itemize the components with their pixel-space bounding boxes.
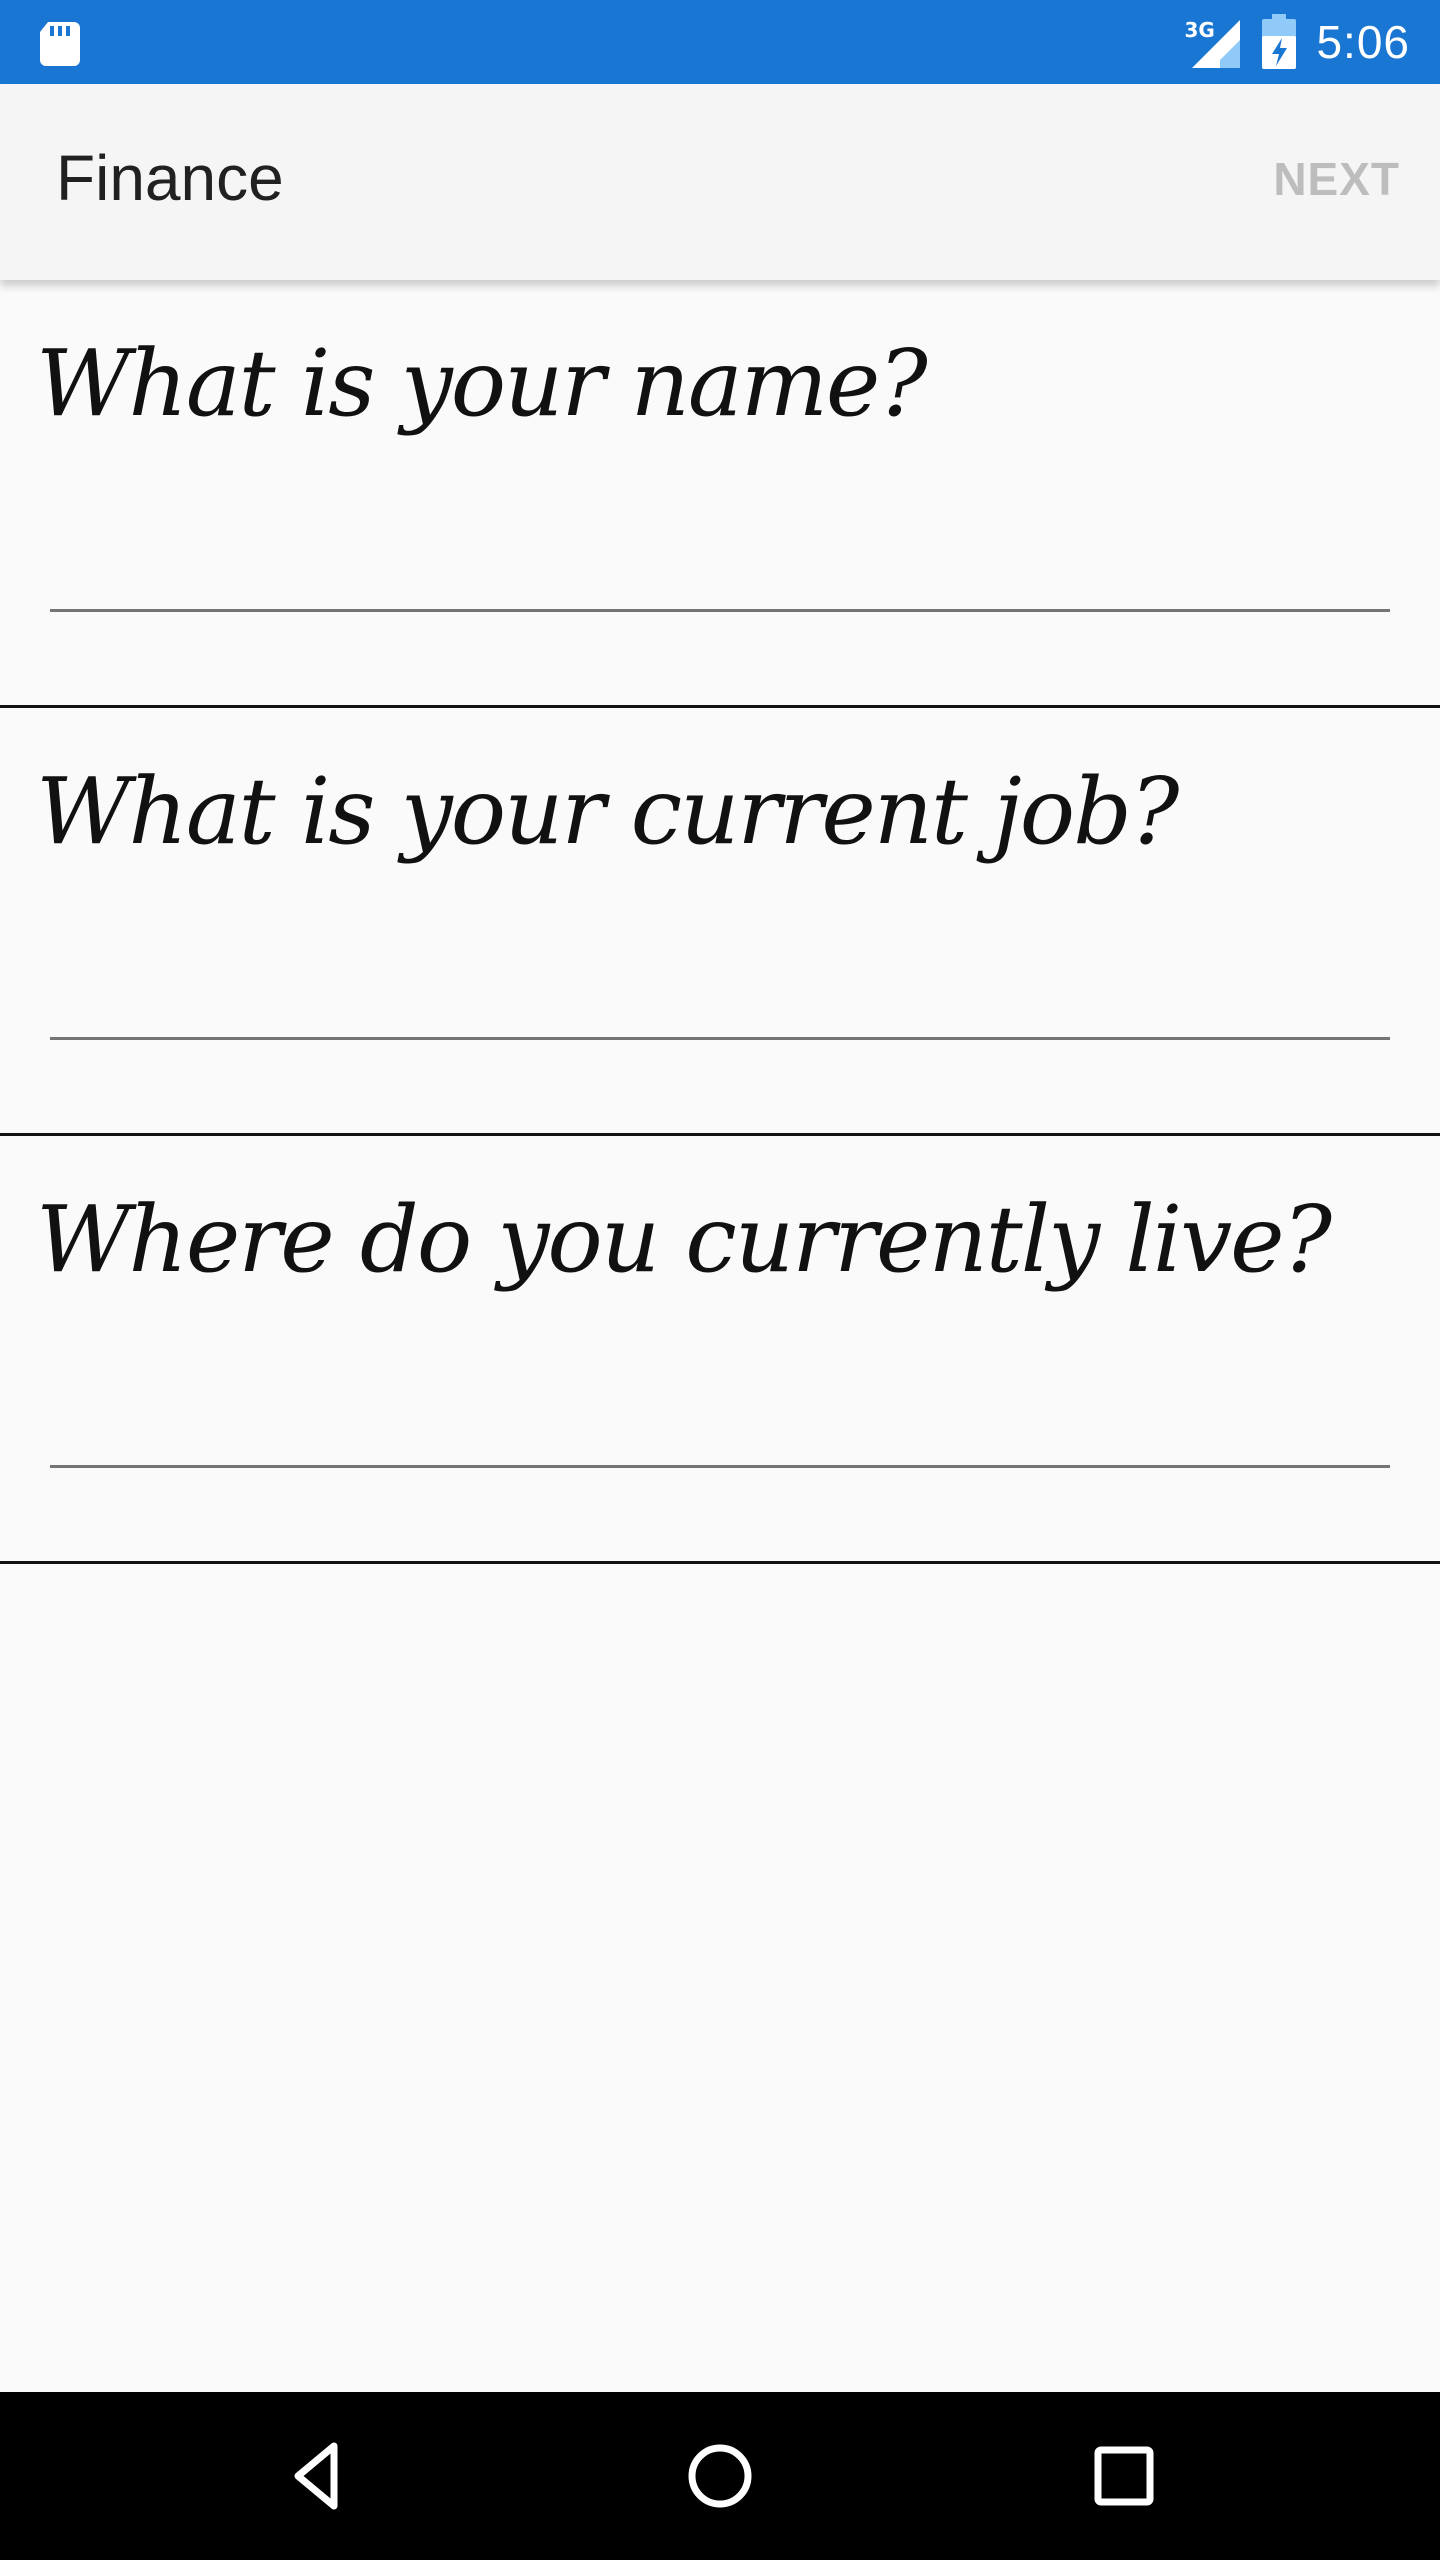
page-title: Finance xyxy=(56,142,284,214)
question-list: What is your name? What is your current … xyxy=(0,280,1440,1564)
home-icon[interactable] xyxy=(680,2436,760,2516)
question-row-name: What is your name? xyxy=(0,280,1440,708)
finance-form-screen: 3G 5:06 Finance NEXT What is your name? xyxy=(0,0,1440,2560)
app-toolbar: Finance NEXT xyxy=(0,84,1440,280)
name-input[interactable] xyxy=(50,536,1390,612)
location-input[interactable] xyxy=(50,1392,1390,1468)
navigation-bar xyxy=(0,2392,1440,2560)
job-input[interactable] xyxy=(50,964,1390,1040)
back-icon[interactable] xyxy=(276,2436,356,2516)
recents-icon[interactable] xyxy=(1084,2436,1164,2516)
question-row-location: Where do you currently live? xyxy=(0,1136,1440,1564)
status-icons: 3G 5:06 xyxy=(1176,12,1410,72)
next-button[interactable]: NEXT xyxy=(1273,156,1400,202)
status-time: 5:06 xyxy=(1316,16,1410,68)
question-row-job: What is your current job? xyxy=(0,708,1440,1136)
battery-icon xyxy=(1262,14,1297,69)
sd-card-icon xyxy=(34,16,86,68)
question-label: What is your name? xyxy=(36,330,928,437)
signal-group: 3G xyxy=(1176,14,1242,70)
question-label: Where do you currently live? xyxy=(36,1186,1332,1293)
signal-icon xyxy=(1192,20,1241,68)
question-label: What is your current job? xyxy=(36,758,1179,865)
status-bar: 3G 5:06 xyxy=(0,0,1440,84)
